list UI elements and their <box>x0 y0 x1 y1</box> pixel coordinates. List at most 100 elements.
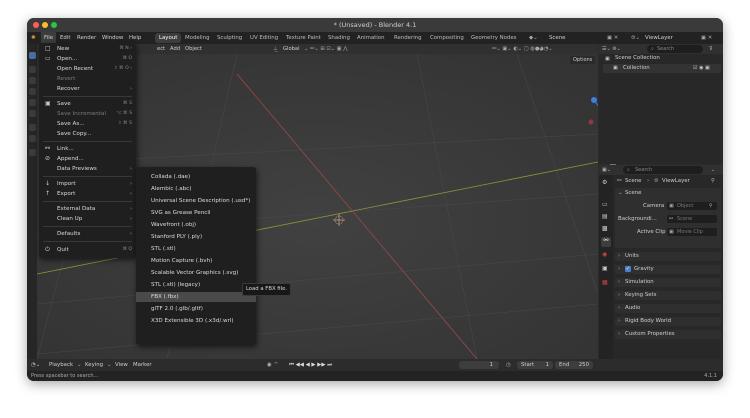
timeline-editor-icon[interactable]: ◔⌄ <box>31 359 40 371</box>
gravity-panel[interactable]: › ✓ Gravity <box>615 265 721 274</box>
minimize-window-button[interactable] <box>42 22 48 28</box>
tab-animation[interactable]: Animation <box>353 33 388 43</box>
properties-editor-icon[interactable]: ▣⌄ <box>602 165 611 175</box>
pivot-snap-icons[interactable]: ⌄ ⚯⌄ ⊞ ⊡⌄ ▣ ⋀ <box>304 44 347 54</box>
end-frame-field[interactable]: End 250 <box>555 361 593 369</box>
filter-icon[interactable]: ⊽ <box>709 44 713 54</box>
navigation-gizmo[interactable] <box>585 94 598 128</box>
z-axis-icon[interactable] <box>591 97 597 103</box>
tab-compositing[interactable]: Compositing <box>426 33 468 43</box>
custom-properties-panel[interactable]: › Custom Properties <box>615 330 721 339</box>
scene-selector-icon[interactable]: ◆⌄ <box>529 32 538 44</box>
transform-tool-icon[interactable] <box>29 110 36 117</box>
scene-new-icon[interactable]: ▣ ✕ <box>607 32 618 44</box>
neg-x-axis-icon[interactable] <box>588 119 594 125</box>
tab-layout[interactable]: Layout <box>155 33 182 43</box>
scene-panel-chevron-icon[interactable]: ⌄ <box>618 189 623 198</box>
outliner-search-input[interactable]: Search <box>647 45 703 53</box>
view-layer-icon[interactable]: ⊜⌄ <box>631 32 640 44</box>
select-tool-icon[interactable] <box>29 52 36 59</box>
file-menu-recover[interactable]: Recover › <box>39 84 136 94</box>
annotate-tool-icon[interactable] <box>29 124 36 131</box>
add-cube-tool-icon[interactable] <box>29 149 36 156</box>
blender-logo-icon[interactable]: ✺ <box>31 32 36 44</box>
menu-object[interactable]: Object <box>185 44 202 54</box>
collection-row[interactable]: ▣ Collection ☑ ◉ ▣ <box>603 64 721 73</box>
scene-collection-label[interactable]: Scene Collection <box>615 54 660 63</box>
zoom-window-button[interactable] <box>51 22 57 28</box>
start-frame-field[interactable]: Start 1 <box>517 361 553 369</box>
render-tab-icon[interactable]: ▭ <box>602 201 608 208</box>
viewport-overlay-icons[interactable]: ⚯⌄ ▣⌄ ◐⌄ ▢ ◍●◕◔⌄ <box>492 44 553 54</box>
pin-icon[interactable]: ⚲ <box>711 177 715 186</box>
export-collada[interactable]: Collada (.dae) <box>136 172 256 182</box>
playback-menu[interactable]: Playback <box>49 359 73 371</box>
menu-add[interactable]: Add <box>170 44 180 54</box>
export-alembic[interactable]: Alembic (.abc) <box>136 184 256 194</box>
units-panel[interactable]: › Units <box>615 252 721 261</box>
file-menu-link[interactable]: ⚯ Link... <box>39 144 136 154</box>
view-layer-new-icon[interactable]: ▣ ✕ <box>701 32 712 44</box>
properties-menu-icon[interactable]: ⌄ <box>711 165 715 175</box>
scene-tab-icon[interactable]: ⚯ <box>601 237 611 247</box>
gravity-checkbox[interactable]: ✓ <box>625 266 631 272</box>
marker-menu[interactable]: Marker <box>133 359 152 371</box>
file-menu-import[interactable]: ↓ Import › <box>39 179 136 189</box>
view-menu[interactable]: View <box>115 359 128 371</box>
file-menu-open-recent[interactable]: Open Recent ⇧ ⌘ O › <box>39 64 136 74</box>
export-motion-capture-bvh[interactable]: Motion Capture (.bvh) <box>136 256 256 266</box>
file-menu-save-as[interactable]: Save As... ⇧ ⌘ S <box>39 119 136 129</box>
export-stl[interactable]: STL (.stl) <box>136 244 256 254</box>
record-icon[interactable]: ◉ ⌔ <box>267 359 278 371</box>
orientation-icon[interactable]: ⊥̲ <box>273 44 278 54</box>
view-layer-tab-icon[interactable]: ▩ <box>602 225 608 232</box>
export-stanford-ply[interactable]: Stanford PLY (.ply) <box>136 232 256 242</box>
file-menu-export[interactable]: ↑ Export › <box>39 189 136 199</box>
export-x3d[interactable]: X3D Extensible 3D (.x3d/.wrl) <box>136 316 256 326</box>
export-scalable-vector-graphics[interactable]: Scalable Vector Graphics (.svg) <box>136 268 256 278</box>
active-clip-field[interactable]: Movie Clip <box>667 228 717 236</box>
properties-search-input[interactable]: Search <box>623 166 703 174</box>
export-stl-legacy[interactable]: STL (.stl) (legacy) <box>136 280 256 290</box>
file-menu-save-copy[interactable]: Save Copy... <box>39 129 136 139</box>
options-dropdown[interactable]: Options <box>570 56 596 64</box>
tab-sculpting[interactable]: Sculpting <box>213 33 246 43</box>
file-menu-external-data[interactable]: External Data › <box>39 204 136 214</box>
tab-uv-editing[interactable]: UV Editing <box>246 33 282 43</box>
tab-rendering[interactable]: Rendering <box>390 33 426 43</box>
file-menu-quit[interactable]: ⏻ Quit ⌘ Q <box>39 245 136 255</box>
view-layer-name[interactable]: ViewLayer <box>645 32 673 44</box>
file-menu-open[interactable]: ▭ Open... ⌘ O <box>39 54 136 64</box>
export-usd[interactable]: Universal Scene Description (.usd*) <box>136 196 256 206</box>
simulation-panel[interactable]: › Simulation <box>615 278 721 287</box>
measure-tool-icon[interactable] <box>29 135 36 142</box>
background-scene-field[interactable]: Scene <box>667 215 717 223</box>
export-wavefront-obj[interactable]: Wavefront (.obj) <box>136 220 256 230</box>
tool-tab-icon[interactable]: ⚙ <box>602 179 607 186</box>
file-menu-save[interactable]: ▣ Save ⌘ S <box>39 99 136 109</box>
menu-select-partial[interactable]: ect <box>157 44 165 54</box>
file-menu-data-previews[interactable]: Data Previews › <box>39 164 136 174</box>
cursor-tool-icon[interactable] <box>29 66 36 73</box>
export-gltf[interactable]: glTF 2.0 (.glb/.gltf) <box>136 304 256 314</box>
texture-tab-icon[interactable]: ▦ <box>602 279 608 286</box>
playback-controls-icon[interactable]: ⏮ ◀◀ ◀ ▶ ▶▶ ⏭ <box>289 359 332 371</box>
breadcrumb-scene[interactable]: Scene <box>625 177 641 186</box>
breadcrumb-view-layer[interactable]: ViewLayer <box>662 177 690 186</box>
scene-panel-title[interactable]: Scene <box>625 189 641 198</box>
move-tool-icon[interactable] <box>29 77 36 84</box>
file-menu-new[interactable]: □ New ⌘ N › <box>39 44 136 54</box>
tab-texture-paint[interactable]: Texture Paint <box>282 33 325 43</box>
file-menu-defaults[interactable]: Defaults › <box>39 229 136 239</box>
orientation-dropdown[interactable]: Global <box>283 44 300 54</box>
eyedropper-icon[interactable]: ⚲ <box>709 202 713 210</box>
tab-geometry-nodes[interactable]: Geometry Nodes <box>467 33 520 43</box>
close-window-button[interactable] <box>33 22 39 28</box>
file-menu-clean-up[interactable]: Clean Up › <box>39 214 136 224</box>
rigid-body-world-panel[interactable]: › Rigid Body World <box>615 317 721 326</box>
output-tab-icon[interactable]: ▤ <box>602 213 608 220</box>
clock-icon[interactable]: ◷ <box>506 359 511 371</box>
keying-sets-panel[interactable]: › Keying Sets <box>615 291 721 300</box>
world-tab-icon[interactable]: ◉ <box>602 251 607 258</box>
collection-tab-icon[interactable]: ▣ <box>602 265 608 272</box>
